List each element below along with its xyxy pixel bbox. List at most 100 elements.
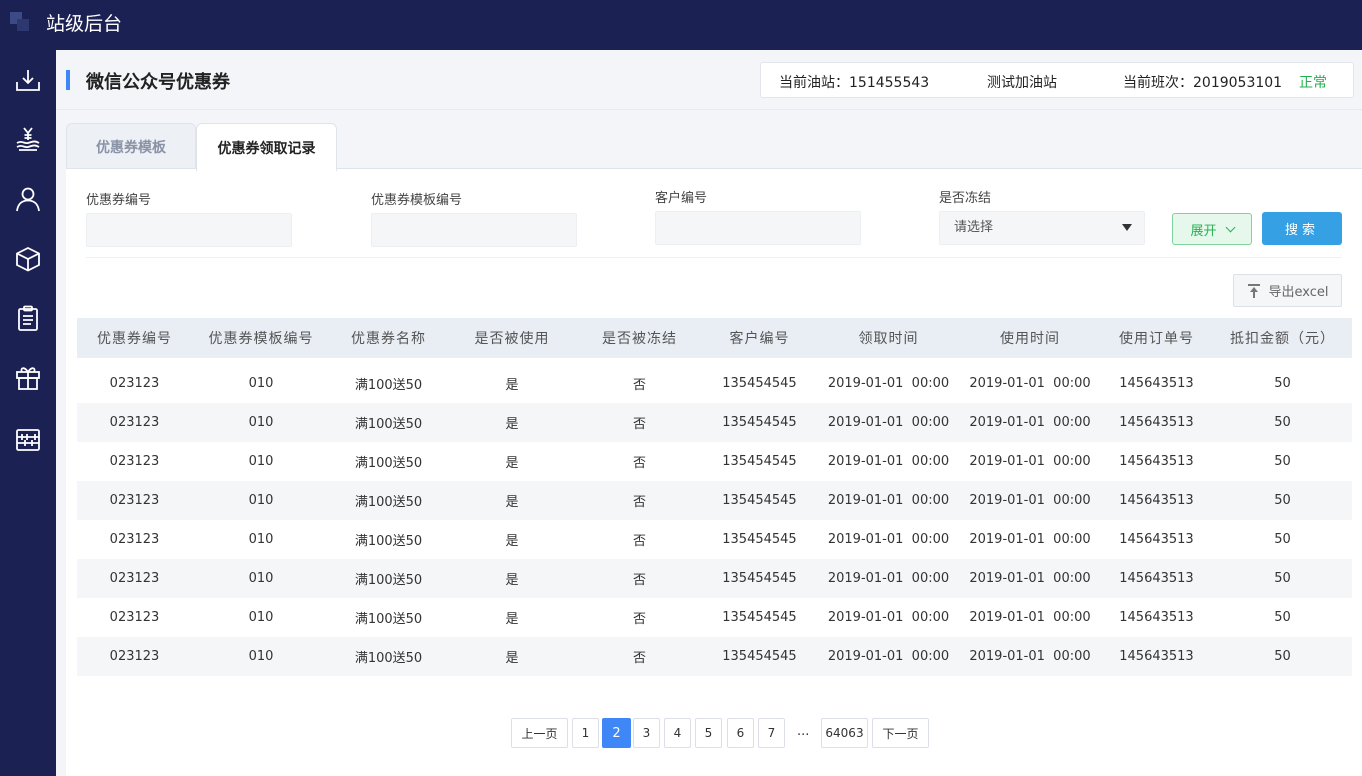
sidebar-item-coupon[interactable] [0, 357, 56, 397]
sidebar-item-reports[interactable] [0, 420, 56, 460]
cell-order-no: 145643513 [1119, 376, 1194, 391]
sidebar-item-product[interactable] [0, 239, 56, 279]
table-row[interactable]: 023123 010 满100送50 是 否 135454545 2019-01-01 00… [77, 520, 1352, 559]
sidebar-item-finance[interactable] [0, 119, 56, 159]
cell-used: 是 [505, 573, 519, 588]
page-button-6[interactable]: 6 [727, 718, 754, 748]
frozen-label: 是否冻结 [939, 191, 992, 206]
cell-coupon-no: 023123 [109, 454, 160, 469]
cell-template-no: 010 [248, 376, 274, 391]
page-button-last[interactable]: 64063 [821, 718, 868, 748]
sidebar-item-download[interactable] [0, 60, 56, 100]
cell-order-no: 145643513 [1119, 610, 1194, 625]
filter-divider [86, 257, 1342, 258]
cell-customer-no: 135454545 [722, 493, 797, 508]
cell-coupon-no: 023123 [109, 415, 160, 430]
sidebar-item-user[interactable] [0, 179, 56, 219]
abacus-icon [16, 429, 40, 451]
next-page-button[interactable]: 下一页 [872, 718, 929, 748]
column-header-coupon-name: 优惠券名称 [351, 331, 426, 347]
cell-customer-no: 135454545 [722, 454, 797, 469]
customer-no-input[interactable] [655, 211, 861, 245]
expand-button[interactable]: 展开 [1172, 213, 1252, 245]
table-body: 023123 010 满100送50 是否 135454545 2019-01-01 00… [77, 358, 1352, 676]
cell-template-no: 010 [248, 571, 274, 586]
station-name: 测试加油站 [987, 75, 1057, 91]
app-logo [10, 12, 32, 34]
table-row[interactable]: 023123 010 满100送50 是 否 135454545 2019-01-01 00… [77, 442, 1352, 481]
column-header-frozen: 是否被冻结 [602, 331, 677, 347]
table-row[interactable]: 023123 010 满100送50 是 否 135454545 2019-01-01 00… [77, 637, 1352, 676]
top-bar: 站级后台 [0, 0, 1362, 50]
cell-template-no: 010 [248, 649, 274, 664]
export-excel-button[interactable]: 导出excel [1233, 274, 1342, 307]
cell-frozen: 否 [632, 417, 646, 432]
cell-order-no: 145643513 [1119, 571, 1194, 586]
sidebar-item-records[interactable] [0, 298, 56, 338]
cell-coupon-no: 023123 [109, 493, 160, 508]
current-shift: 当前班次：2019053101 [1123, 75, 1283, 91]
page-button-5[interactable]: 5 [695, 718, 722, 748]
cell-used: 是 [505, 378, 519, 393]
cell-coupon-name: 满100送50 [354, 417, 423, 432]
table-row[interactable]: 023123 010 满100送50 是 否 135454545 2019-01-01 00… [77, 559, 1352, 598]
cell-template-no: 010 [248, 532, 274, 547]
cell-receive-time: 2019-01-01 00:00 [827, 532, 950, 547]
cell-customer-no: 135454545 [722, 376, 797, 391]
table-row[interactable]: 023123 010 满100送50 是 否 135454545 2019-01-01 00… [77, 403, 1352, 442]
cell-frozen: 否 [632, 534, 646, 549]
column-header-template-no: 优惠券模板编号 [208, 331, 314, 347]
template-no-label: 优惠券模板编号 [371, 193, 463, 208]
template-no-input[interactable] [371, 213, 577, 247]
cell-use-time: 2019-01-01 00:00 [969, 610, 1091, 625]
cell-receive-time: 2019-01-01 00:00 [827, 649, 950, 664]
cell-use-time: 2019-01-01 00:00 [969, 649, 1091, 664]
download-tray-icon [16, 70, 40, 91]
gift-icon [16, 367, 40, 390]
column-header-use-time: 使用时间 [1000, 331, 1060, 347]
cell-template-no: 010 [248, 415, 274, 430]
search-button[interactable]: 搜索 [1262, 212, 1342, 245]
clipboard-icon [18, 305, 38, 331]
title-accent-bar [66, 70, 70, 90]
page-button-3[interactable]: 3 [633, 718, 660, 748]
cell-use-time: 2019-01-01 00:00 [969, 454, 1091, 469]
column-header-receive-time: 领取时间 [858, 331, 919, 347]
cell-amount: 50 [1274, 532, 1291, 547]
page-button-7[interactable]: 7 [758, 718, 785, 748]
cell-amount: 50 [1274, 376, 1291, 391]
cell-coupon-no: 023123 [109, 376, 160, 391]
cell-amount: 50 [1274, 415, 1291, 430]
cell-coupon-no: 023123 [109, 532, 160, 547]
table-row[interactable]: 023123 010 满100送50 是 否 135454545 2019-01-01 00… [77, 481, 1352, 520]
cell-used: 是 [505, 534, 519, 549]
cell-coupon-name: 满100送50 [354, 534, 423, 549]
cell-coupon-name: 满100送50 [354, 651, 423, 666]
cell-use-time: 2019-01-01 00:00 [969, 415, 1091, 430]
page-button-1[interactable]: 1 [572, 718, 599, 748]
cell-amount: 50 [1274, 454, 1291, 469]
tab-coupon-records[interactable]: 优惠券领取记录 [196, 123, 337, 171]
page-button-2[interactable]: 2 [602, 718, 631, 748]
cell-coupon-name: 满100送50 [354, 378, 423, 393]
frozen-select[interactable]: 请选择 [939, 211, 1145, 245]
tab-coupon-template[interactable]: 优惠券模板 [66, 123, 196, 169]
page-button-4[interactable]: 4 [664, 718, 691, 748]
records-panel: 优惠券编号 优惠券模板编号 客户编号 是否冻结 请选择 展开 搜索 导出exce… [66, 168, 1362, 776]
cell-order-no: 145643513 [1119, 415, 1194, 430]
prev-page-button[interactable]: 上一页 [511, 718, 568, 748]
cell-order-no: 145643513 [1119, 454, 1194, 469]
app-title: 站级后台 [46, 13, 123, 35]
cell-template-no: 010 [248, 454, 274, 469]
cell-customer-no: 135454545 [722, 571, 797, 586]
cell-order-no: 145643513 [1119, 649, 1194, 664]
cell-coupon-name: 满100送50 [354, 495, 423, 510]
table-row[interactable]: 023123 010 满100送50 是 否 135454545 2019-01-01 00… [77, 364, 1352, 403]
caret-down-icon [1122, 224, 1132, 231]
status-badge: 正常 [1299, 75, 1327, 91]
yuan-coin-hand-icon [16, 127, 40, 151]
cell-customer-no: 135454545 [722, 610, 797, 625]
table-row[interactable]: 023123 010 满100送50 是 否 135454545 2019-01-01 00… [77, 598, 1352, 637]
cell-coupon-name: 满100送50 [354, 573, 423, 588]
coupon-no-input[interactable] [86, 213, 292, 247]
